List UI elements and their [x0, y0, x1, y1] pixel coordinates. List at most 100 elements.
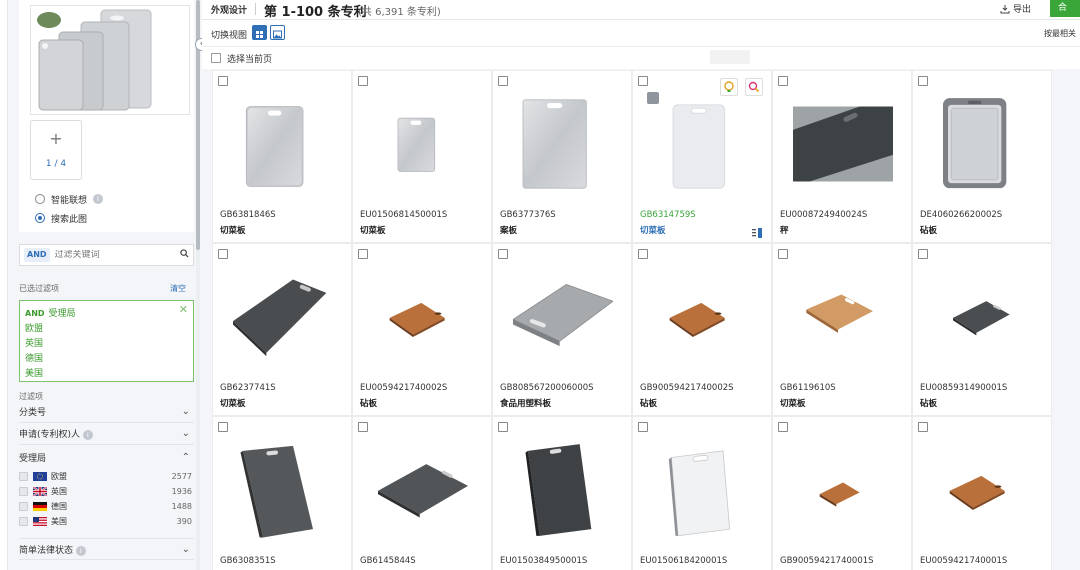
patent-number[interactable]: GB90059421740001S	[780, 556, 874, 566]
result-checkbox[interactable]	[358, 422, 368, 432]
result-image[interactable]	[513, 89, 613, 199]
result-checkbox[interactable]	[638, 249, 648, 259]
result-card[interactable]: GB6145844S	[352, 416, 492, 570]
result-checkbox[interactable]	[358, 249, 368, 259]
checkbox[interactable]	[19, 517, 28, 526]
green-action-button[interactable]: 合	[1050, 0, 1080, 17]
result-checkbox[interactable]	[638, 76, 648, 86]
select-page-checkbox[interactable]	[211, 53, 221, 63]
result-image[interactable]	[513, 262, 613, 372]
result-card[interactable]: GB80856720006000S 食品用塑料板	[492, 243, 632, 416]
result-image[interactable]	[793, 89, 893, 199]
result-checkbox[interactable]	[918, 422, 928, 432]
result-card[interactable]: DE406026620002S 砧板	[912, 70, 1052, 243]
image-search-icon[interactable]	[745, 78, 763, 96]
result-checkbox[interactable]	[498, 422, 508, 432]
lightbulb-icon[interactable]	[720, 78, 738, 96]
result-card[interactable]: EU0085931490001S 砧板	[912, 243, 1052, 416]
patent-number[interactable]: GB6377376S	[500, 210, 556, 220]
result-checkbox[interactable]	[218, 76, 228, 86]
patent-number[interactable]: GB6237741S	[220, 383, 276, 393]
checkbox[interactable]	[19, 502, 28, 511]
result-image[interactable]	[653, 262, 753, 372]
checkbox[interactable]	[19, 472, 28, 481]
patent-number[interactable]: GB6119610S	[780, 383, 836, 393]
result-card[interactable]: GB90059421740002S 砧板	[632, 243, 772, 416]
result-image[interactable]	[933, 262, 1033, 372]
result-checkbox[interactable]	[778, 422, 788, 432]
search-icon[interactable]	[175, 249, 193, 261]
result-image[interactable]	[513, 435, 613, 545]
result-checkbox[interactable]	[918, 76, 928, 86]
result-image[interactable]	[373, 262, 473, 372]
result-checkbox[interactable]	[358, 76, 368, 86]
query-image-thumbnail[interactable]	[30, 5, 190, 115]
result-card[interactable]: EU0150681450001S 切菜板	[352, 70, 492, 243]
result-checkbox[interactable]	[778, 76, 788, 86]
keyword-filter-input[interactable]	[49, 250, 175, 260]
facet-applicant[interactable]: 申请(专利权)人 i ⌄	[19, 423, 194, 445]
result-checkbox[interactable]	[498, 249, 508, 259]
result-checkbox[interactable]	[218, 249, 228, 259]
grid-view-button[interactable]	[252, 25, 267, 40]
add-image-button[interactable]: + 1 / 4	[30, 120, 82, 180]
office-row-uk[interactable]: 英国 1936	[19, 484, 194, 499]
result-image[interactable]	[233, 89, 333, 199]
compare-icon[interactable]	[752, 223, 762, 238]
result-image[interactable]	[793, 435, 893, 545]
patent-number[interactable]: GB90059421740002S	[640, 383, 734, 393]
result-card[interactable]: EU0150618420001S	[632, 416, 772, 570]
info-icon[interactable]: i	[75, 545, 86, 556]
patent-number[interactable]: GB80856720006000S	[500, 383, 594, 393]
patent-number[interactable]: EU0059421740002S	[360, 383, 447, 393]
patent-number[interactable]: GB6145844S	[360, 556, 416, 566]
result-card[interactable]: EU0008724940024S 秤	[772, 70, 912, 243]
patent-number[interactable]: DE406026620002S	[920, 210, 1002, 220]
result-card[interactable]: GB6119610S 切菜板	[772, 243, 912, 416]
checkbox[interactable]	[19, 487, 28, 496]
result-checkbox[interactable]	[498, 76, 508, 86]
facet-classification[interactable]: 分类号 ⌄	[19, 401, 194, 423]
patent-number[interactable]: EU0085931490001S	[920, 383, 1007, 393]
result-checkbox[interactable]	[778, 249, 788, 259]
result-image[interactable]	[793, 262, 893, 372]
result-image[interactable]	[933, 89, 1033, 199]
facet-office[interactable]: 受理局 ⌃	[19, 446, 194, 468]
close-icon[interactable]: ✕	[179, 303, 188, 316]
patent-number[interactable]: EU0008724940024S	[780, 210, 867, 220]
clear-filters-link[interactable]: 清空	[170, 283, 186, 294]
result-image[interactable]	[653, 89, 753, 199]
result-card[interactable]: GB6381846S 切菜板	[212, 70, 352, 243]
office-row-de[interactable]: 德国 1488	[19, 499, 194, 514]
sort-dropdown[interactable]: 按最相关	[1044, 28, 1076, 39]
office-row-us[interactable]: 美国 390	[19, 514, 194, 529]
info-icon[interactable]: i	[93, 194, 104, 204]
image-view-button[interactable]	[270, 25, 285, 40]
select-page-label[interactable]: 选择当前页	[227, 52, 272, 65]
patent-number[interactable]: GB6308351S	[220, 556, 276, 566]
result-image[interactable]	[933, 435, 1033, 545]
result-card[interactable]: EU0150384950001S	[492, 416, 632, 570]
result-card[interactable]: EU0059421740001S	[912, 416, 1052, 570]
patent-number[interactable]: EU0150681450001S	[360, 210, 447, 220]
patent-number[interactable]: GB6314759S	[640, 210, 696, 220]
result-card[interactable]: GB6308351S	[212, 416, 352, 570]
result-card[interactable]: EU0059421740002S 砧板	[352, 243, 492, 416]
result-checkbox[interactable]	[218, 422, 228, 432]
result-image[interactable]	[373, 435, 473, 545]
patent-number[interactable]: EU0150384950001S	[500, 556, 587, 566]
export-button[interactable]: 导出	[1000, 2, 1031, 15]
result-checkbox[interactable]	[638, 422, 648, 432]
result-image[interactable]	[653, 435, 753, 545]
result-card[interactable]: GB6237741S 切菜板	[212, 243, 352, 416]
and-operator-tag[interactable]: AND	[24, 248, 50, 262]
result-image[interactable]	[233, 262, 333, 372]
facet-legal-status[interactable]: 简单法律状态 i ⌄	[19, 538, 194, 560]
patent-number[interactable]: GB6381846S	[220, 210, 276, 220]
radio-smart-association[interactable]: 智能联想 i	[35, 192, 104, 206]
info-icon[interactable]: i	[82, 430, 93, 440]
result-card[interactable]: GB6377376S 案板	[492, 70, 632, 243]
result-checkbox[interactable]	[918, 249, 928, 259]
result-image[interactable]	[233, 435, 333, 545]
patent-number[interactable]: EU0150618420001S	[640, 556, 727, 566]
